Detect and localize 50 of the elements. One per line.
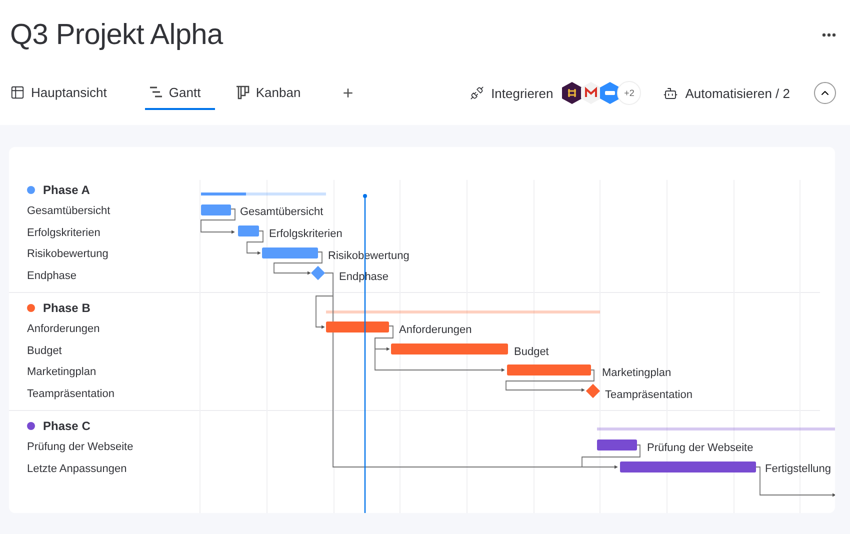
task-bar-label: Erfolgskriterien (269, 228, 342, 240)
task-name: Endphase (27, 268, 77, 284)
task-name: Gesamtübersicht (27, 204, 110, 219)
view-tab[interactable]: Kanban (234, 76, 305, 110)
task-bar[interactable] (507, 364, 591, 376)
kanban-icon (234, 84, 250, 100)
task-bar[interactable] (262, 248, 318, 258)
phase-name: Phase C (43, 419, 90, 433)
robot-icon (663, 86, 678, 100)
add-view-button[interactable]: + (338, 82, 358, 104)
integrate-button[interactable]: Integrieren (470, 86, 554, 100)
phase-name: Phase A (43, 183, 90, 197)
task-bar[interactable] (326, 322, 389, 332)
task-bar-label: Prüfung der Webseite (647, 442, 754, 454)
task-name: Teampräsentation (27, 386, 114, 402)
view-tab[interactable]: Gantt (144, 76, 215, 110)
collapse-button[interactable] (814, 82, 836, 104)
task-bar-label: Marketingplan (602, 366, 672, 379)
task-bar-label: Budget (514, 346, 549, 358)
more-options-button[interactable] (822, 33, 836, 37)
dependency-arrow (246, 230, 264, 255)
task-bar[interactable] (238, 226, 259, 236)
task-name: Erfolgskriterien (27, 226, 100, 240)
phase-name: Phase B (43, 301, 90, 315)
ellipsis-icon (822, 33, 836, 37)
view-tab[interactable]: Hauptansicht (10, 76, 111, 110)
app-logo-icon (580, 81, 602, 105)
task-bar-label: Anforderungen (399, 324, 472, 336)
task-bar[interactable] (597, 440, 637, 450)
app-logo-icon (599, 81, 622, 105)
task-name: Risikobewertung (27, 247, 108, 262)
more-apps-badge[interactable]: +2 (617, 81, 642, 105)
app-logo-icon (561, 81, 584, 105)
unplug-icon (470, 86, 484, 100)
task-bar-label: Gesamtübersicht (240, 206, 324, 218)
task-bar[interactable] (620, 462, 756, 472)
task-name: Marketingplan (27, 365, 96, 380)
task-bar[interactable] (201, 204, 231, 216)
dependency-arrow (200, 208, 236, 234)
board-title: Q3 Projekt Alpha (10, 18, 223, 52)
gantt-icon (148, 86, 163, 98)
task-bar[interactable] (391, 344, 508, 354)
table-icon (10, 84, 25, 100)
task-name: Budget (27, 344, 62, 358)
task-name: Prüfung der Webseite (27, 440, 134, 455)
task-bar-label: Fertigstellung (765, 462, 832, 475)
task-bar-label: Teampräsentation (605, 388, 692, 401)
task-name: Anforderungen (27, 322, 100, 337)
automate-button[interactable]: Automatisieren / 2 (663, 86, 790, 100)
task-name: Letzte Anpassungen (27, 462, 127, 476)
